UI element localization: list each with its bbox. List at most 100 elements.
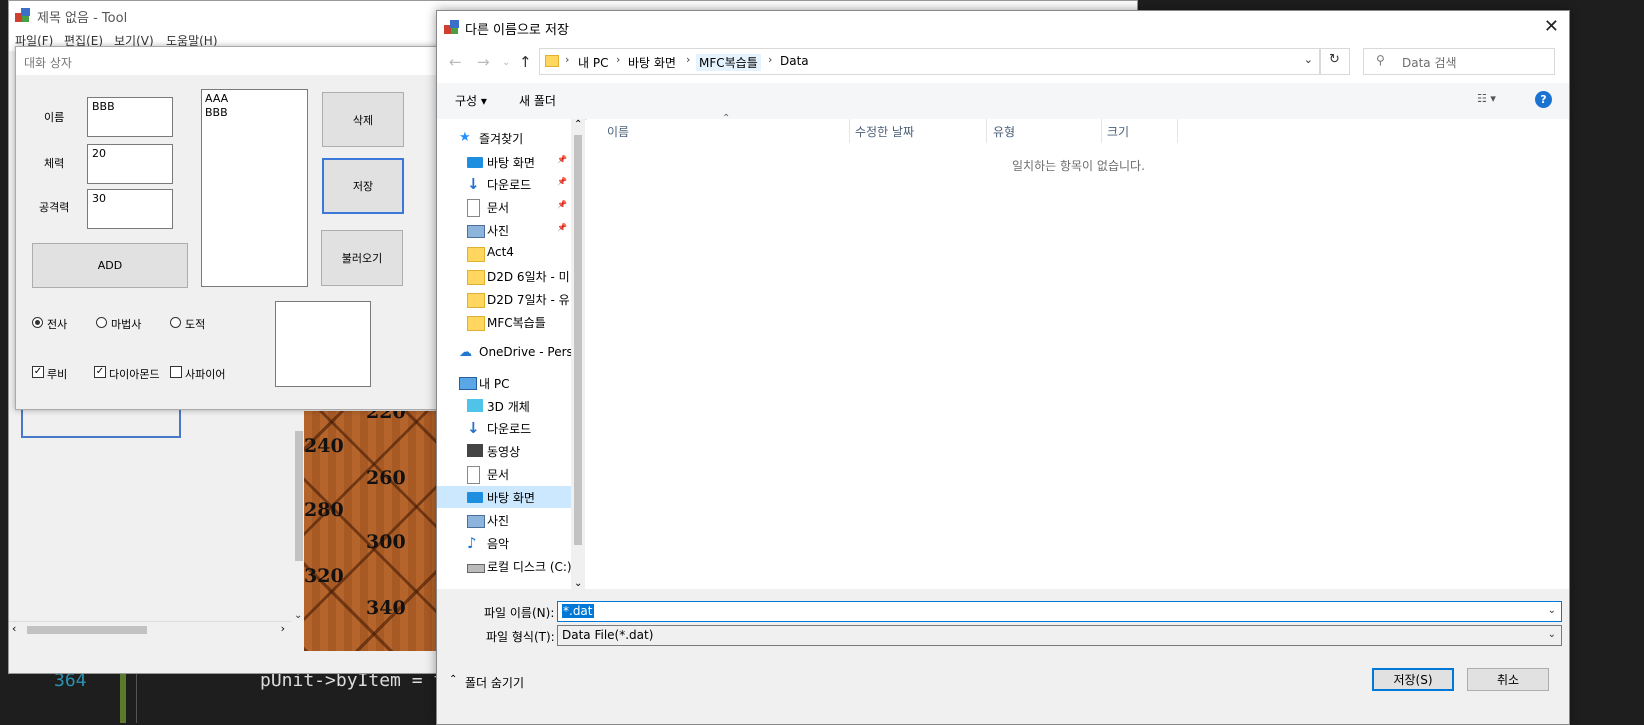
hp-label: 체력 [44,157,65,170]
save-button[interactable]: 저장 [322,158,404,214]
nav-item-label: 음악 [487,537,510,551]
nav-item-label: 내 PC [479,377,510,391]
filetype-select[interactable]: Data File(*.dat) ⌄ [557,625,1562,646]
help-icon[interactable]: ? [1535,91,1552,108]
back-arrow-icon[interactable]: ← [449,53,462,71]
column-type[interactable]: 유형 [993,123,1015,140]
pin-icon: 📌 [557,200,567,209]
nav-item-label: 동영상 [487,445,521,459]
column-divider [986,119,987,143]
list-item[interactable]: AAA [205,92,304,106]
radio-warrior[interactable] [32,317,43,328]
map-tile-number: 340 [366,597,406,619]
address-bar[interactable]: › 내 PC › 바탕 화면 › MFC복습틀 › Data ⌄ [539,48,1320,75]
column-modified[interactable]: 수정한 날짜 [855,123,914,140]
column-name[interactable]: 이름 [607,123,629,140]
breadcrumb-pc[interactable]: 내 PC [578,54,608,71]
view-options-icon[interactable]: ☷ ▾ [1477,92,1496,105]
column-divider [849,119,850,143]
organize-button[interactable]: 구성 ▾ [455,92,487,109]
desktop-icon [467,492,483,503]
chevron-down-icon[interactable]: ⌄ [1548,629,1556,640]
list-item[interactable]: BBB [205,106,304,120]
address-dropdown-chevron-icon[interactable]: ⌄ [1304,53,1313,66]
nav-item[interactable]: ☁ OneDrive - Persor [437,342,571,364]
add-button[interactable]: ADD [32,243,188,288]
checkbox-ruby[interactable]: ✓ [32,366,44,378]
nav-item[interactable]: ♪ 음악 [437,532,571,554]
checkbox-sapphire[interactable] [170,366,182,378]
star-icon: ★ [459,130,471,145]
nav-item-label: MFC복습틀 [487,316,546,330]
breadcrumb-desktop[interactable]: 바탕 화면 [628,54,676,71]
pin-icon: 📌 [557,223,567,232]
nav-item[interactable]: ★ 즐겨찾기 [437,127,571,149]
nav-item[interactable]: ↓ 다운로드 [437,417,571,439]
nav-item-label: Act4 [487,245,514,259]
recent-chevron-icon[interactable]: ⌄ [502,57,510,68]
nav-item[interactable]: D2D 7일차 - 유 [437,288,571,310]
column-size[interactable]: 크기 [1107,123,1129,140]
radio-mage[interactable] [96,317,107,328]
filetype-value: Data File(*.dat) [562,628,654,642]
checkbox-diamond[interactable]: ✓ [94,366,106,378]
close-icon[interactable]: ✕ [1544,16,1559,37]
nav-item[interactable]: 내 PC [437,372,571,394]
nav-item[interactable]: 문서 📌 [437,196,571,218]
horizontal-scrollbar-left[interactable]: ‹ › [9,621,291,638]
forward-arrow-icon[interactable]: → [477,53,490,71]
nav-item[interactable]: 문서 [437,463,571,485]
nav-item[interactable]: D2D 6일차 - 미 [437,265,571,287]
document-icon [467,466,480,484]
breadcrumb-mfc[interactable]: MFC복습틀 [696,54,761,71]
name-input[interactable]: BBB [87,97,173,137]
save-as-dialog: 다른 이름으로 저장 ✕ ← → ⌄ ↑ › 내 PC › 바탕 화면 › MF… [436,10,1570,725]
nav-item[interactable]: MFC복습틀 [437,311,571,333]
scroll-down-arrow-icon[interactable]: ⌄ [294,610,302,621]
load-button[interactable]: 불러오기 [321,230,403,286]
atk-input[interactable]: 30 [87,189,173,229]
navigation-pane[interactable]: ★ 즐겨찾기 바탕 화면 📌 ↓ 다운로드 📌 문서 📌 사진 📌 Act4 D2D 6일차 - 미 D2… [437,119,571,589]
scroll-up-arrow-icon[interactable]: ⌃ [574,119,582,130]
refresh-button[interactable]: ↻ [1320,48,1350,75]
chevron-down-icon[interactable]: ⌄ [1548,605,1556,616]
scroll-right-arrow-icon[interactable]: › [281,622,285,635]
nav-item[interactable]: 사진 [437,509,571,531]
map-tile-number: 260 [366,467,406,489]
chevron-up-icon[interactable]: ⌃ [449,674,457,685]
nav-item[interactable]: 3D 개체 [437,395,571,417]
nav-item[interactable]: 로컬 디스크 (C:) [437,555,571,577]
nav-item-label: 다운로드 [487,422,532,436]
tile-map-view[interactable]: 220 240 260 280 300 320 340 [304,411,444,651]
download-icon: ↓ [467,419,480,437]
scroll-down-arrow-icon[interactable]: ⌄ [574,578,582,589]
radio-thief[interactable] [170,317,181,328]
search-input[interactable]: ⚲ Data 검색 [1363,48,1555,75]
pin-icon: 📌 [557,177,567,186]
nav-item[interactable]: Act4 [437,242,571,264]
search-icon: ⚲ [1376,53,1385,67]
breadcrumb-data[interactable]: Data [780,54,809,68]
scroll-left-arrow-icon[interactable]: ‹ [12,622,16,635]
up-arrow-icon[interactable]: ↑ [519,53,532,71]
new-folder-button[interactable]: 새 폴더 [519,92,556,109]
unit-listbox[interactable]: AAA BBB [201,89,308,287]
navigation-pane-scrollbar[interactable]: ⌃ ⌄ [571,119,585,589]
hp-input[interactable]: 20 [87,144,173,184]
cancel-button[interactable]: 취소 [1467,668,1549,691]
nav-item[interactable]: 바탕 화면 📌 [437,151,571,173]
nav-item[interactable]: ↓ 다운로드 📌 [437,173,571,195]
nav-item[interactable]: 바탕 화면 [437,486,571,508]
save-file-button[interactable]: 저장(S) [1372,668,1454,691]
map-tile-number: 220 [366,411,406,423]
nav-item-label: OneDrive - Persor [479,345,571,359]
mfc-app-icon [15,7,31,23]
column-divider [1101,119,1102,143]
file-list[interactable]: 이름 ⌃ 수정한 날짜 유형 크기 일치하는 항목이 없습니다. [587,113,1569,589]
nav-item[interactable]: 동영상 [437,440,571,462]
delete-button[interactable]: 삭제 [322,92,404,147]
filename-input[interactable]: *.dat ⌄ [557,601,1562,622]
nav-item[interactable]: 사진 📌 [437,219,571,241]
desktop-icon [467,157,483,168]
hide-folders-button[interactable]: 폴더 숨기기 [465,674,524,691]
